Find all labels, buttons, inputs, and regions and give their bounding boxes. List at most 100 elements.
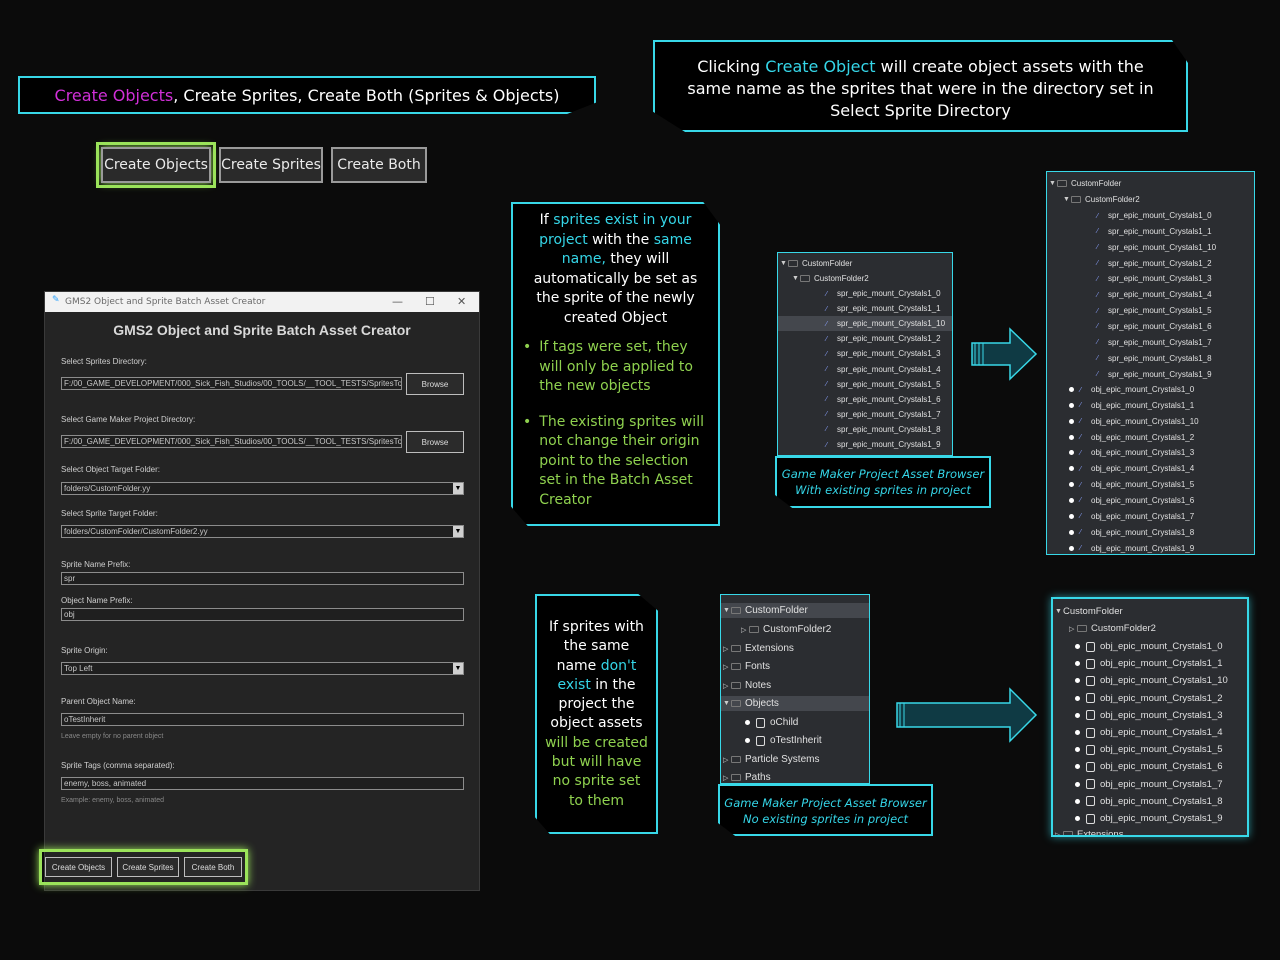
tree-object-item[interactable]: obj_epic_mount_Crystals1_0	[1053, 639, 1247, 654]
tree-item[interactable]: ▷ Particle Systems	[721, 752, 869, 767]
chevron-right-icon[interactable]: ▷	[723, 645, 731, 653]
tree-sprite-item[interactable]: ⁄ spr_epic_mount_Crystals1_1	[778, 301, 952, 316]
chevron-right-icon[interactable]: ▷	[723, 756, 731, 764]
tree-sprite-item[interactable]: ⁄ spr_epic_mount_Crystals1_7	[1047, 335, 1254, 350]
create-objects-button[interactable]: Create Objects	[45, 857, 112, 877]
tree-object-item[interactable]: obj_epic_mount_Crystals1_6	[1053, 759, 1247, 774]
tree-object-item[interactable]: ⁄ obj_epic_mount_Crystals1_0	[1047, 382, 1254, 397]
chevron-down-icon[interactable]: ▼	[453, 483, 463, 494]
tree-object-item[interactable]: ⁄ obj_epic_mount_Crystals1_1	[1047, 398, 1254, 413]
chevron-down-icon[interactable]: ▼	[1049, 180, 1057, 187]
tree-subfolder[interactable]: ▼ CustomFolder2	[778, 271, 952, 286]
create-both-button[interactable]: Create Both	[184, 857, 242, 877]
tree-item[interactable]: ▷ Paths	[721, 770, 869, 783]
tree-sprite-item[interactable]: ⁄ spr_epic_mount_Crystals1_3	[1047, 271, 1254, 286]
origin-select[interactable]: Top Left ▼	[61, 662, 464, 675]
create-objects-big-button[interactable]: Create Objects	[96, 142, 216, 188]
create-sprites-big-button[interactable]: Create Sprites	[219, 147, 323, 183]
tree-sprite-item[interactable]: ⁄ spr_epic_mount_Crystals1_5	[778, 377, 952, 392]
tree-object-item[interactable]: ⁄ obj_epic_mount_Crystals1_4	[1047, 461, 1254, 476]
chevron-right-icon[interactable]: ▷	[1055, 831, 1063, 836]
tree-folder[interactable]: ▼ CustomFolder	[778, 256, 952, 271]
tags-input[interactable]: enemy, boss, animated	[61, 777, 464, 790]
sprites-dir-input[interactable]: F:/00_GAME_DEVELOPMENT/000_Sick_Fish_Stu…	[61, 377, 402, 390]
chevron-down-icon[interactable]: ▼	[453, 663, 463, 674]
tree-item[interactable]: ▷ Notes	[721, 678, 869, 693]
parent-input[interactable]: oTestInherit	[61, 713, 464, 726]
tree-object-item[interactable]: ⁄ obj_epic_mount_Crystals1_10	[1047, 414, 1254, 429]
tree-sprite-item[interactable]: ⁄ spr_epic_mount_Crystals1_6	[1047, 319, 1254, 334]
create-sprites-button[interactable]: Create Sprites	[117, 857, 179, 877]
chevron-down-icon[interactable]: ▼	[723, 607, 731, 614]
tree-object-item[interactable]: ⁄ obj_epic_mount_Crystals1_2	[1047, 430, 1254, 445]
tree-sprite-item[interactable]: ⁄ spr_epic_mount_Crystals1_8	[778, 422, 952, 437]
tree-item[interactable]: oChild	[721, 715, 869, 730]
tree-item[interactable]: ▼ CustomFolder	[721, 603, 869, 618]
tree-item[interactable]: oTestInherit	[721, 733, 869, 748]
tree-sprite-item[interactable]: ⁄ spr_epic_mount_Crystals1_10	[778, 316, 952, 332]
tree-item[interactable]: ▼ Objects	[721, 696, 869, 711]
tree-folder[interactable]: ▷ Extensions	[1053, 827, 1247, 836]
tree-object-item[interactable]: obj_epic_mount_Crystals1_10	[1053, 673, 1247, 688]
object-prefix-input[interactable]: obj	[61, 608, 464, 621]
tree-object-item[interactable]: ⁄ obj_epic_mount_Crystals1_8	[1047, 525, 1254, 540]
tree-sprite-item[interactable]: ⁄ spr_epic_mount_Crystals1_6	[778, 392, 952, 407]
tree-object-item[interactable]: ⁄ obj_epic_mount_Crystals1_7	[1047, 509, 1254, 524]
chevron-down-icon[interactable]: ▼	[792, 275, 800, 282]
tree-folder[interactable]: ▼ CustomFolder	[1053, 604, 1247, 619]
tree-object-item[interactable]: ⁄ obj_epic_mount_Crystals1_6	[1047, 493, 1254, 508]
tree-sprite-item[interactable]: ⁄ spr_epic_mount_Crystals1_5	[1047, 303, 1254, 318]
create-both-big-button[interactable]: Create Both	[331, 147, 427, 183]
tree-sprite-item[interactable]: ⁄ spr_epic_mount_Crystals1_4	[1047, 287, 1254, 302]
tree-item[interactable]: ▷ Extensions	[721, 641, 869, 656]
tree-subfolder[interactable]: ▷ CustomFolder2	[1053, 621, 1247, 636]
chevron-down-icon[interactable]: ▼	[453, 526, 463, 537]
tree-object-item[interactable]: obj_epic_mount_Crystals1_3	[1053, 708, 1247, 723]
chevron-right-icon[interactable]: ▷	[723, 774, 731, 782]
chevron-down-icon[interactable]: ▼	[723, 700, 731, 707]
minimize-icon[interactable]: —	[392, 295, 403, 308]
tree-sprite-item[interactable]: ⁄ spr_epic_mount_Crystals1_4	[778, 362, 952, 377]
chevron-right-icon[interactable]: ▷	[1069, 625, 1077, 633]
project-browse-button[interactable]: Browse	[406, 431, 464, 453]
chevron-right-icon[interactable]: ▷	[741, 626, 749, 634]
tree-sprite-item[interactable]: ⁄ spr_epic_mount_Crystals1_7	[778, 407, 952, 422]
tree-object-item[interactable]: ⁄ obj_epic_mount_Crystals1_3	[1047, 445, 1254, 460]
tree-sprite-item[interactable]: ⁄ spr_epic_mount_Crystals1_2	[778, 331, 952, 346]
sprite-prefix-input[interactable]: spr	[61, 572, 464, 585]
tree-folder[interactable]: ▼ CustomFolder	[1047, 176, 1254, 191]
chevron-down-icon[interactable]: ▼	[1055, 608, 1063, 615]
tree-sprite-item[interactable]: ⁄ spr_epic_mount_Crystals1_9	[1047, 367, 1254, 382]
tree-sprite-item[interactable]: ⁄ spr_epic_mount_Crystals1_0	[1047, 208, 1254, 223]
tree-item[interactable]: ▷ Fonts	[721, 659, 869, 674]
tree-subfolder[interactable]: ▼ CustomFolder2	[1047, 192, 1254, 207]
tree-object-item[interactable]: obj_epic_mount_Crystals1_9	[1053, 811, 1247, 826]
object-folder-select[interactable]: folders/CustomFolder.yy ▼	[61, 482, 464, 495]
tree-sprite-item[interactable]: ⁄ spr_epic_mount_Crystals1_1	[1047, 224, 1254, 239]
tree-object-item[interactable]: obj_epic_mount_Crystals1_5	[1053, 742, 1247, 757]
sprite-folder-select[interactable]: folders/CustomFolder/CustomFolder2.yy ▼	[61, 525, 464, 538]
tree-sprite-item[interactable]: ⁄ spr_epic_mount_Crystals1_10	[1047, 240, 1254, 255]
tree-sprite-item[interactable]: ⁄ spr_epic_mount_Crystals1_3	[778, 346, 952, 361]
tree-sprite-item[interactable]: ⁄ spr_epic_mount_Crystals1_2	[1047, 256, 1254, 271]
tree-object-item[interactable]: obj_epic_mount_Crystals1_8	[1053, 794, 1247, 809]
tree-object-item[interactable]: obj_epic_mount_Crystals1_1	[1053, 656, 1247, 671]
close-icon[interactable]: ✕	[457, 295, 466, 308]
project-dir-input[interactable]: F:/00_GAME_DEVELOPMENT/000_Sick_Fish_Stu…	[61, 435, 402, 448]
asset-browser-existing-sprites: ▼ CustomFolder ▼ CustomFolder2 ⁄ spr_epic_mou…	[777, 252, 953, 456]
tree-object-item[interactable]: obj_epic_mount_Crystals1_2	[1053, 691, 1247, 706]
chevron-down-icon[interactable]: ▼	[1063, 196, 1071, 203]
tree-object-item[interactable]: ⁄ obj_epic_mount_Crystals1_9	[1047, 541, 1254, 555]
tree-sprite-item[interactable]: ⁄ spr_epic_mount_Crystals1_8	[1047, 351, 1254, 366]
tree-sprite-item[interactable]: ⁄ spr_epic_mount_Crystals1_0	[778, 286, 952, 301]
sprites-browse-button[interactable]: Browse	[406, 373, 464, 395]
chevron-right-icon[interactable]: ▷	[723, 682, 731, 690]
tree-object-item[interactable]: ⁄ obj_epic_mount_Crystals1_5	[1047, 477, 1254, 492]
chevron-right-icon[interactable]: ▷	[723, 663, 731, 671]
tree-object-item[interactable]: obj_epic_mount_Crystals1_7	[1053, 777, 1247, 792]
tree-item[interactable]: ▷ CustomFolder2	[721, 622, 869, 637]
maximize-icon[interactable]: ☐	[425, 295, 435, 308]
tree-sprite-item[interactable]: ⁄ spr_epic_mount_Crystals1_9	[778, 437, 952, 452]
tree-object-item[interactable]: obj_epic_mount_Crystals1_4	[1053, 725, 1247, 740]
chevron-down-icon[interactable]: ▼	[780, 260, 788, 267]
